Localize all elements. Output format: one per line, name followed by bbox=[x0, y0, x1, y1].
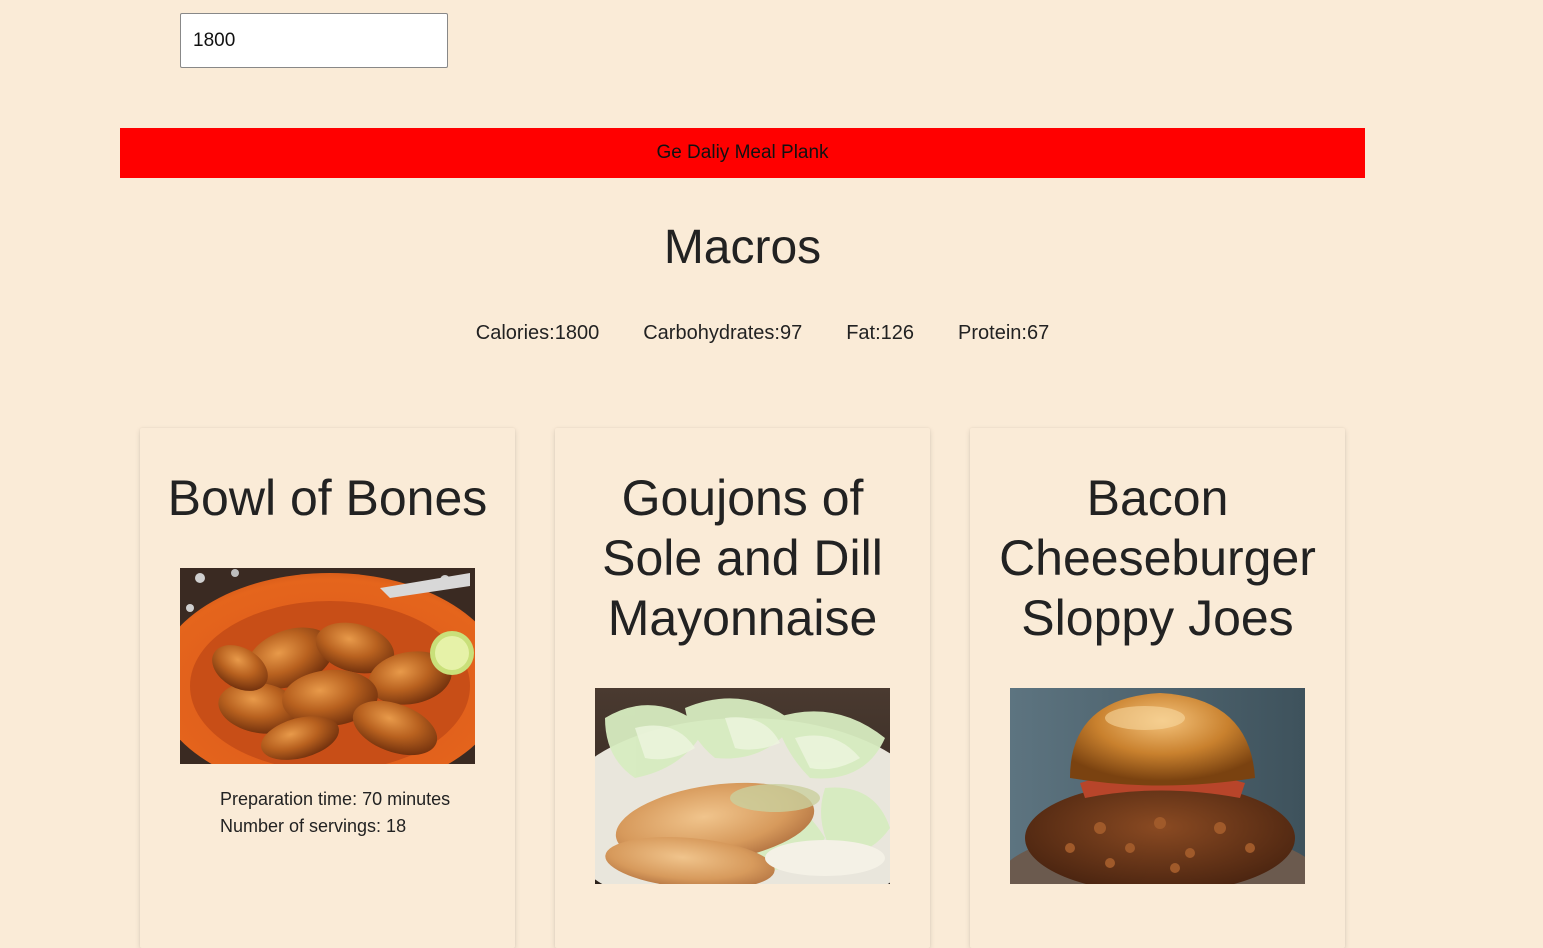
number-of-servings: Number of servings: 18 bbox=[220, 816, 407, 836]
macros-summary: Calories:1800 Carbohydrates:97 Fat:126 P… bbox=[0, 320, 1525, 346]
meal-card: Bowl of Bones Preparation time: 70 minut… bbox=[140, 428, 515, 948]
meal-details: Preparation time: 70 minutes Number of s… bbox=[220, 786, 515, 840]
meal-card: Bacon Cheeseburger Sloppy Joes bbox=[970, 428, 1345, 948]
meal-title: Bowl of Bones bbox=[167, 470, 488, 526]
generate-meal-plan-button[interactable]: Ge Daliy Meal Plank bbox=[120, 128, 1365, 178]
fat-value: Fat:126 bbox=[846, 322, 915, 344]
protein-value: Protein:67 bbox=[958, 322, 1050, 344]
meal-card: Goujons of Sole and Dill Mayonnaise bbox=[555, 428, 930, 948]
meal-title: Goujons of Sole and Dill Mayonnaise bbox=[602, 470, 883, 646]
preparation-time: Preparation time: 70 minutes bbox=[220, 789, 451, 809]
fried-fish-salad-photo bbox=[595, 688, 890, 884]
carbohydrates-value: Carbohydrates:97 bbox=[643, 322, 803, 344]
chicken-wings-photo bbox=[180, 568, 475, 764]
macros-title: Macros bbox=[663, 221, 822, 274]
sloppy-joe-burger-photo bbox=[1010, 688, 1305, 884]
calorie-input[interactable] bbox=[180, 13, 448, 68]
calories-value: Calories:1800 bbox=[475, 322, 600, 344]
meal-title: Bacon Cheeseburger Sloppy Joes bbox=[999, 470, 1316, 646]
